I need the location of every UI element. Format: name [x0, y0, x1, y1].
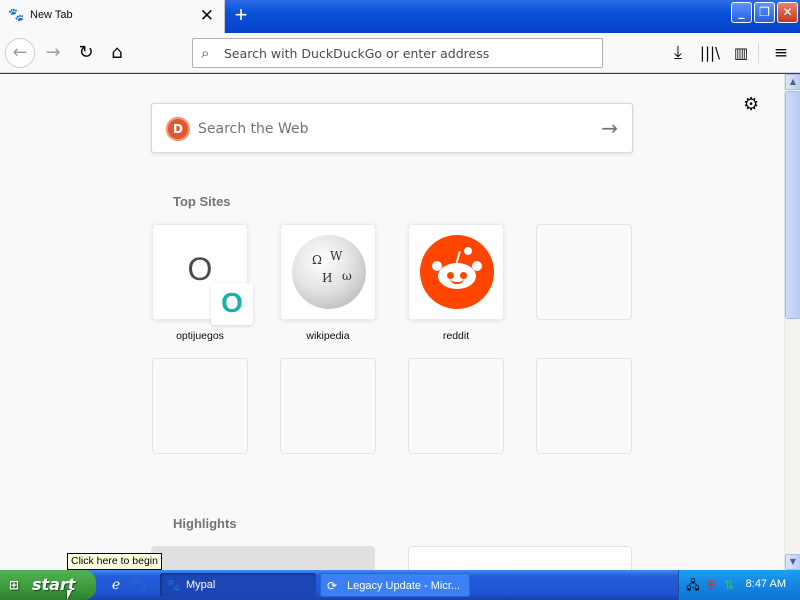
mypal-quicklaunch-icon[interactable]: 🐾	[131, 576, 149, 594]
start-button[interactable]: ⊞ start	[0, 570, 96, 600]
mypal-icon: 🐾	[8, 8, 25, 23]
search-icon: ⌕	[201, 44, 210, 62]
start-tooltip: Click here to begin	[67, 553, 162, 570]
highlight-card[interactable]	[151, 546, 375, 570]
close-window-button[interactable]: ✕	[777, 2, 798, 23]
top-site-empty[interactable]	[536, 224, 632, 320]
taskbar: ⊞ start ℯ 🐾 🐾 Mypal ⟳ Legacy Update - Mi…	[0, 570, 800, 600]
internet-explorer-icon[interactable]: ℯ	[107, 576, 125, 594]
new-tab-page: ⚙ D → Top Sites O O optijuegos Ω W И ω w…	[0, 74, 784, 570]
taskbar-item-legacy-update[interactable]: ⟳ Legacy Update - Micr...	[320, 573, 470, 597]
optijuegos-badge-icon: O	[211, 283, 253, 325]
vertical-scrollbar[interactable]: ▲ ▼	[784, 74, 800, 570]
top-site-empty[interactable]	[408, 358, 504, 454]
downloads-button[interactable]: ⤓	[664, 39, 692, 67]
security-shield-icon[interactable]: ⛨	[703, 577, 719, 593]
new-tab-button[interactable]: +	[229, 3, 253, 29]
address-bar[interactable]: ⌕	[192, 38, 603, 68]
scroll-thumb[interactable]	[785, 91, 800, 319]
maximize-button[interactable]: ❐	[754, 2, 775, 23]
tab-title: New Tab	[30, 9, 73, 21]
top-site-wikipedia[interactable]: Ω W И ω	[280, 224, 376, 320]
highlight-card[interactable]	[408, 546, 632, 570]
network-icon[interactable]: 🖧	[685, 577, 701, 593]
system-tray: 🖧 ⛨ ⇅ 8:47 AM	[678, 570, 800, 600]
top-site-reddit[interactable]	[408, 224, 504, 320]
top-site-label: wikipedia	[306, 330, 350, 342]
windows-flag-icon: ⊞	[9, 578, 20, 592]
web-search-input[interactable]	[198, 118, 588, 140]
settings-gear-icon[interactable]: ⚙	[743, 94, 759, 115]
highlights-heading: Highlights	[173, 516, 237, 531]
update-icon[interactable]: ⇅	[721, 577, 737, 593]
duckduckgo-logo: D	[166, 117, 190, 141]
scroll-up-button[interactable]: ▲	[785, 74, 800, 90]
top-site-empty[interactable]	[280, 358, 376, 454]
web-search-box[interactable]: D →	[151, 103, 633, 153]
task-label: Mypal	[186, 579, 216, 591]
mouse-cursor-icon	[67, 590, 72, 600]
sidebar-button[interactable]: ▥	[727, 39, 755, 67]
top-site-empty[interactable]	[152, 358, 248, 454]
address-input[interactable]	[224, 43, 594, 63]
reddit-logo-icon	[420, 235, 494, 309]
top-site-label: reddit	[442, 330, 470, 342]
minimize-button[interactable]: _	[731, 2, 752, 23]
forward-button[interactable]: →	[39, 39, 67, 67]
top-sites-heading: Top Sites	[173, 194, 231, 209]
toolbar-divider	[758, 43, 759, 63]
top-site-optijuegos[interactable]: O O	[152, 224, 253, 325]
menu-button[interactable]: ≡	[767, 39, 795, 67]
wikipedia-globe-icon: Ω W И ω	[292, 235, 366, 309]
top-site-label: optijuegos	[176, 330, 224, 342]
legacy-update-icon: ⟳	[327, 579, 338, 593]
tab-new-tab[interactable]: 🐾 New Tab ✕	[0, 0, 225, 33]
taskbar-item-mypal[interactable]: 🐾 Mypal	[160, 573, 316, 597]
top-site-empty[interactable]	[536, 358, 632, 454]
home-button[interactable]: ⌂	[103, 39, 131, 67]
task-label: Legacy Update - Micr...	[347, 580, 461, 592]
back-button[interactable]: ←	[5, 38, 35, 68]
clock[interactable]: 8:47 AM	[746, 578, 786, 590]
reload-button[interactable]: ↻	[72, 39, 100, 67]
search-submit-arrow-icon[interactable]: →	[601, 116, 618, 140]
navigation-toolbar: ← → ↻ ⌂ ⌕ ⤓ |||\ ▥ ≡	[0, 33, 800, 73]
close-tab-icon[interactable]: ✕	[200, 6, 214, 26]
scroll-down-button[interactable]: ▼	[785, 554, 800, 570]
window-controls: _ ❐ ✕	[731, 2, 798, 23]
mypal-icon: 🐾	[166, 578, 181, 592]
title-bar: 🐾 New Tab ✕ + _ ❐ ✕	[0, 0, 800, 33]
library-button[interactable]: |||\	[696, 39, 724, 67]
